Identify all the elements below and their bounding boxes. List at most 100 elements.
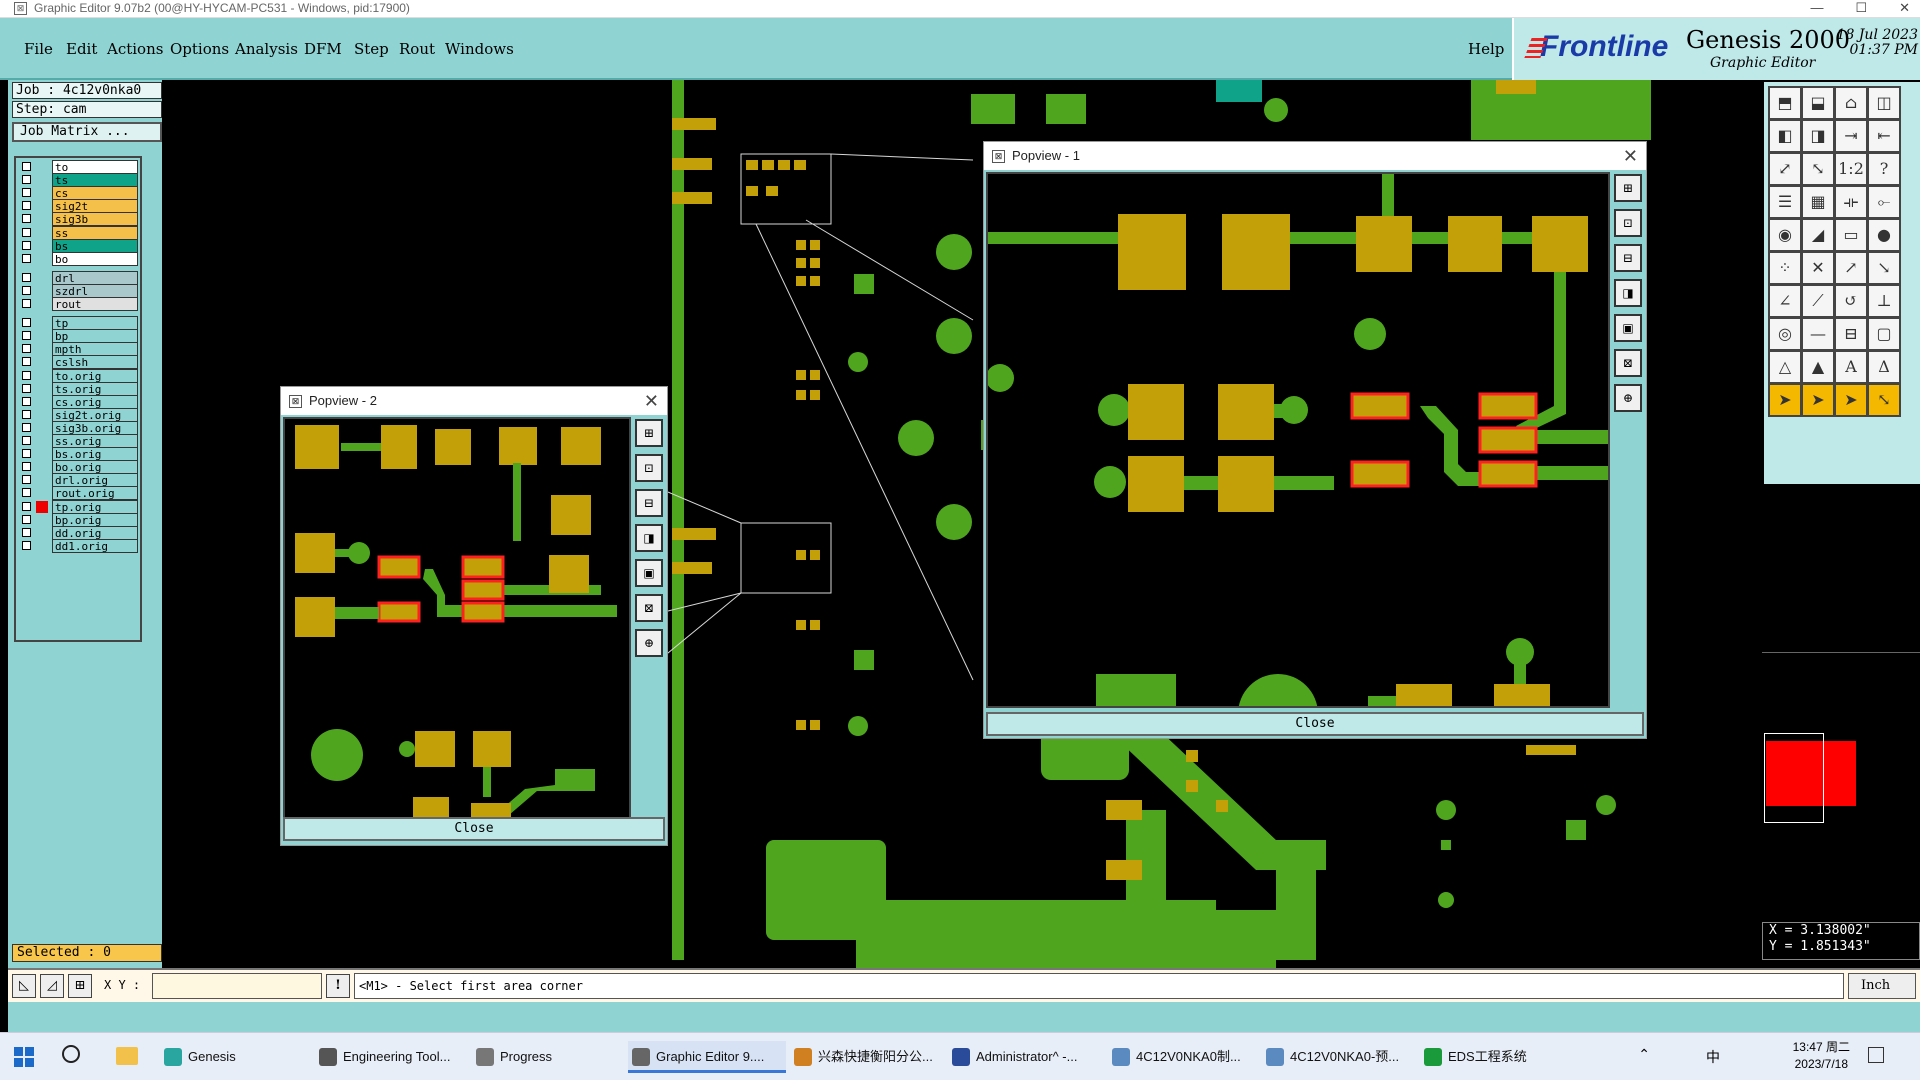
route-edit-icon[interactable]: ⤡ [1867,383,1901,417]
xy-input[interactable] [152,973,322,999]
layer-checkbox[interactable] [22,162,31,171]
layer-name[interactable]: drl [52,270,138,285]
layer-row[interactable]: ts.orig [18,381,138,396]
taskbar-item[interactable]: EDS工程系统 [1420,1041,1560,1073]
save-icon[interactable]: ⬓ [1801,86,1835,120]
menu-file[interactable]: File [24,40,53,58]
layer-name[interactable]: bp.orig [52,512,138,527]
center-view-icon[interactable]: ⊕ [635,629,663,657]
layer-row[interactable]: szdrl [18,283,138,298]
layer-row[interactable]: drl.orig [18,473,138,488]
layer-checkbox[interactable] [22,409,31,419]
shrink-icon[interactable]: ⤡ [1801,152,1835,186]
measure-icon[interactable]: ◿ [40,974,64,998]
expand-icon[interactable]: ⤢ [1768,152,1802,186]
search-icon[interactable] [62,1045,80,1063]
tray-chevron-icon[interactable]: ⌃ [1638,1047,1650,1063]
popview-2-canvas[interactable] [283,417,631,825]
taskbar-item[interactable]: Progress [472,1041,620,1073]
popview-1-close-icon[interactable]: ✕ [1623,142,1638,170]
layer-checkbox[interactable] [22,422,31,432]
maximize-button[interactable]: ☐ [1855,0,1867,16]
layer-checkbox[interactable] [22,175,31,185]
layer-row[interactable]: dd.orig [18,525,138,540]
layer-checkbox[interactable] [22,527,31,537]
delta-icon[interactable]: Δ [1867,350,1901,384]
layer-name[interactable]: sig2t.orig [52,407,138,422]
layer-checkbox[interactable] [22,514,31,524]
dot-icon[interactable]: ● [1867,218,1901,252]
layer-checkbox[interactable] [22,201,31,211]
dash-icon[interactable]: — [1801,317,1835,351]
taskbar-item[interactable]: Administrator^ -... [948,1041,1100,1073]
zoom-in-icon[interactable]: ⊡ [1614,209,1642,237]
split-icon[interactable]: ⟜ [1867,185,1901,219]
layer-checkbox[interactable] [22,501,31,511]
taskbar-item[interactable]: 4C12V0NKA0-预... [1262,1041,1412,1073]
target-icon[interactable]: ◎ [1768,317,1802,351]
box-icon[interactable]: ⊟ [1834,317,1868,351]
menu-dfm[interactable]: DFM [304,40,342,58]
layer-checkbox[interactable] [22,188,31,198]
notification-icon[interactable] [1868,1047,1884,1063]
layer-row[interactable]: sig3b.orig [18,420,138,435]
layer-row[interactable]: sig2t [18,199,138,214]
triangle-icon[interactable]: △ [1768,350,1802,384]
anchor-icon[interactable]: ⊥ [1867,284,1901,318]
layer-row[interactable]: cs [18,186,138,201]
pointer-icon[interactable]: ➤ [1768,383,1802,417]
zoom-out-icon[interactable]: ⊟ [1614,244,1642,272]
layer-name[interactable]: tp.orig [52,499,138,514]
grid-icon[interactable]: ⊞ [68,974,92,998]
layer-row[interactable]: to.orig [18,368,138,383]
layer-checkbox[interactable] [22,318,31,328]
layer-row[interactable]: ts [18,173,138,188]
route-icon[interactable]: ⟛ [1834,185,1868,219]
layer-row[interactable]: tp.orig [18,499,138,514]
help-icon[interactable]: ? [1867,152,1901,186]
preview-viewport-frame[interactable] [1764,733,1824,823]
zoom-in-icon[interactable]: ⊡ [635,454,663,482]
draw-icon[interactable]: ⟋ [1801,284,1835,318]
layer-name[interactable]: cslsh [52,355,138,370]
layer-name[interactable]: rout [52,297,138,311]
layer-name[interactable]: bs [52,238,138,253]
layer-row[interactable]: bo [18,251,138,266]
layer-name[interactable]: rout.orig [52,486,138,501]
layer-name[interactable]: cs [52,186,138,201]
layer-name[interactable]: cs.orig [52,394,138,409]
layer-checkbox[interactable] [22,214,31,224]
layer-checkbox[interactable] [22,299,31,308]
layer-checkbox[interactable] [22,285,31,295]
alert-icon[interactable]: ! [326,974,350,998]
center-view-icon[interactable]: ⊕ [1614,384,1642,412]
layer-name[interactable]: to [52,160,138,174]
layer-name[interactable]: dd1.orig [52,538,138,553]
open-icon[interactable]: ⬒ [1768,86,1802,120]
layer-checkbox[interactable] [22,396,31,406]
layer-name[interactable]: mpth [52,342,138,357]
layer-name[interactable]: sig2t [52,199,138,214]
menu-edit[interactable]: Edit [66,40,97,58]
text-icon[interactable]: A [1834,350,1868,384]
pad-icon[interactable]: ◉ [1768,218,1802,252]
layer-name[interactable]: sig3b.orig [52,420,138,435]
layer-checkbox[interactable] [22,240,31,250]
mirror-icon[interactable]: ⇤ [1867,119,1901,153]
layer-checkbox[interactable] [22,488,31,498]
pick-icon[interactable]: ➤ [1834,383,1868,417]
undo-icon[interactable]: ↺ [1834,284,1868,318]
layer-row[interactable]: cs.orig [18,394,138,409]
layer-row[interactable]: dd1.orig [18,538,138,553]
frame-icon[interactable]: ▢ [1867,317,1901,351]
zoom-fit-icon[interactable]: ⊞ [1614,174,1642,202]
layer-row[interactable]: ss [18,225,138,240]
file-explorer-icon[interactable] [116,1047,138,1065]
layer-checkbox[interactable] [22,475,31,485]
angle-icon[interactable]: ∠ [1768,284,1802,318]
layer-row[interactable]: mpth [18,342,138,357]
home-view-icon[interactable]: ▣ [1614,314,1642,342]
menu-rout[interactable]: Rout [399,40,435,58]
left-icon[interactable]: ◧ [1768,119,1802,153]
layer-checkbox[interactable] [22,462,31,472]
